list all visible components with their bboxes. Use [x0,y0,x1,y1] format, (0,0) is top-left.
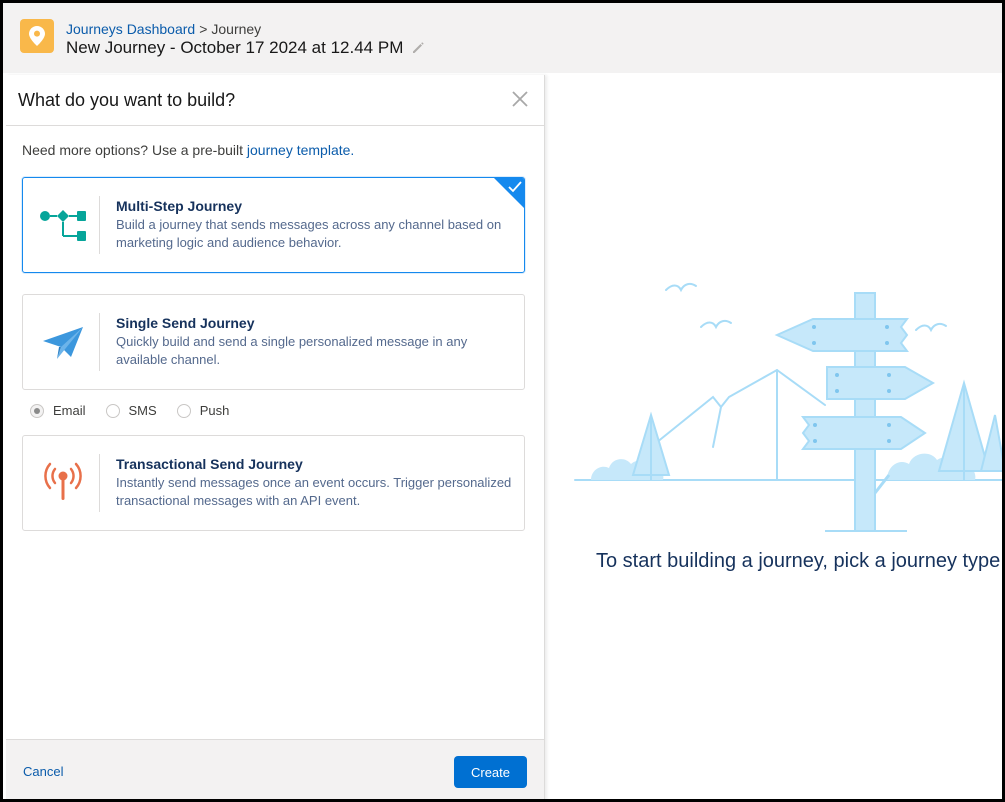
signpost-illustration [571,265,1002,542]
broadcast-icon [39,458,87,506]
template-hint: Need more options? Use a pre-built journ… [22,142,354,158]
paper-plane-icon [39,319,87,367]
create-button[interactable]: Create [454,756,527,788]
channel-radio-sms[interactable]: SMS [105,403,157,418]
card-divider [99,454,100,512]
card-description: Build a journey that sends messages acro… [116,217,502,250]
checkmark-icon [508,180,522,198]
transactional-send-journey-card[interactable]: Transactional Send Journey Instantly sen… [22,435,525,531]
multi-step-journey-card[interactable]: Multi-Step Journey Build a journey that … [22,177,525,273]
breadcrumb: Journeys Dashboard > Journey [66,21,261,37]
channel-radio-email[interactable]: Email [30,403,86,418]
breadcrumb-current: Journey [211,21,262,37]
location-pin-icon [20,19,54,53]
single-send-journey-card[interactable]: Single Send Journey Quickly build and se… [22,294,525,390]
journey-template-link[interactable]: journey template. [247,142,354,158]
radio-button[interactable] [176,403,191,418]
build-panel: What do you want to build? Need more opt… [6,75,545,799]
app-window: Journeys Dashboard > Journey New Journey -… [0,0,1005,802]
card-divider [99,196,100,254]
radio-label: Push [199,403,230,418]
card-title: Single Send Journey [116,315,255,331]
page-header: Journeys Dashboard > Journey New Journey -… [3,3,1002,73]
card-description: Quickly build and send a single personal… [116,334,468,367]
empty-state-message: To start building a journey, pick a jour… [596,550,1005,572]
card-divider [99,313,100,371]
card-title: Transactional Send Journey [116,456,303,472]
channel-radio-push[interactable]: Push [176,403,230,418]
cancel-button[interactable]: Cancel [23,764,63,779]
radio-button[interactable] [30,403,44,418]
breadcrumb-journeys-dashboard[interactable]: Journeys Dashboard [66,21,195,37]
radio-button[interactable] [105,403,120,418]
page-title: New Journey - October 17 2024 at 12.44 P… [66,38,404,57]
template-hint-text: Need more options? Use a pre-built [22,142,247,158]
panel-title: What do you want to build? [18,90,236,110]
flow-icon [39,200,87,248]
card-description: Instantly send messages once an event oc… [116,475,512,508]
radio-label: Email [53,403,86,418]
panel-header: What do you want to build? [6,75,544,126]
channel-options: Email SMS Push [30,403,249,418]
radio-label: SMS [128,403,157,418]
pencil-icon[interactable] [411,41,425,55]
card-title: Multi-Step Journey [116,198,243,214]
page-title-row: New Journey - October 17 2024 at 12.44 P… [66,38,425,58]
close-icon[interactable] [510,89,530,109]
breadcrumb-separator: > [199,21,208,37]
panel-footer: Cancel Create [6,739,544,799]
